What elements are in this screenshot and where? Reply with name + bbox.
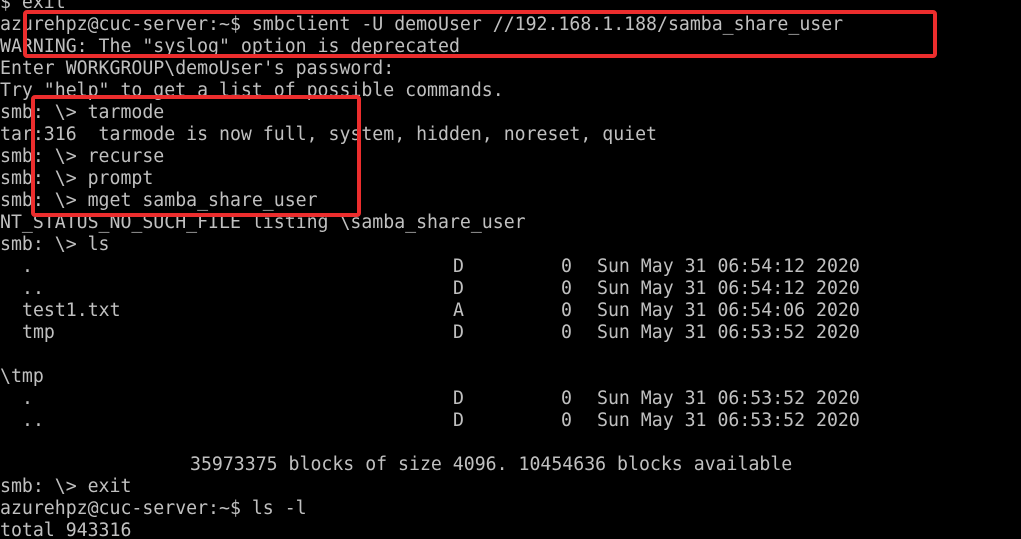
file-name: ..	[22, 410, 44, 431]
file-name: ..	[22, 278, 44, 299]
terminal-line: $ exit	[0, 0, 66, 13]
file-size: 0	[561, 388, 572, 409]
file-date: Sun May 31 06:54:12 2020	[597, 278, 860, 299]
directory-header: \tmp	[0, 366, 44, 387]
file-size: 0	[561, 278, 572, 299]
smb-command-recurse: smb: \> recurse	[0, 146, 165, 167]
help-hint-line: Try "help" to get a list of possible com…	[0, 80, 504, 101]
smb-command-prompt: smb: \> prompt	[0, 168, 154, 189]
file-name: test1.txt	[22, 300, 121, 321]
smb-command-ls: smb: \> ls	[0, 234, 110, 255]
listing-row: .. D 0 Sun May 31 06:53:52 2020	[0, 410, 1021, 432]
smb-command-exit: smb: \> exit	[0, 476, 132, 497]
listing-row: . D 0 Sun May 31 06:54:12 2020	[0, 256, 1021, 278]
file-date: Sun May 31 06:53:52 2020	[597, 322, 860, 343]
smb-command-mget: smb: \> mget samba_share_user	[0, 190, 318, 211]
listing-row: . D 0 Sun May 31 06:53:52 2020	[0, 388, 1021, 410]
file-size: 0	[561, 410, 572, 431]
file-attribute: D	[453, 410, 464, 431]
file-date: Sun May 31 06:54:06 2020	[597, 300, 860, 321]
file-date: Sun May 31 06:54:12 2020	[597, 256, 860, 277]
smb-command-tarmode: smb: \> tarmode	[0, 102, 165, 123]
command-line-smbclient: azurehpz@cuc-server:~$ smbclient -U demo…	[0, 14, 844, 35]
listing-row: .. D 0 Sun May 31 06:54:12 2020	[0, 278, 1021, 300]
tarmode-output-line: tar:316 tarmode is now full, system, hid…	[0, 124, 657, 145]
warning-line: WARNING: The "syslog" option is deprecat…	[0, 36, 460, 57]
file-attribute: A	[453, 300, 464, 321]
file-size: 0	[561, 256, 572, 277]
file-attribute: D	[453, 322, 464, 343]
listing-row: test1.txt A 0 Sun May 31 06:54:06 2020	[0, 300, 1021, 322]
listing-row: tmp D 0 Sun May 31 06:53:52 2020	[0, 322, 1021, 344]
file-attribute: D	[453, 388, 464, 409]
terminal-window[interactable]: $ exit azurehpz@cuc-server:~$ smbclient …	[0, 0, 1021, 539]
file-size: 0	[561, 300, 572, 321]
total-output-line: total 943316	[0, 520, 132, 539]
file-attribute: D	[453, 256, 464, 277]
file-name: .	[22, 388, 33, 409]
error-status-line: NT_STATUS_NO_SUCH_FILE listing \samba_sh…	[0, 212, 526, 233]
file-name: tmp	[22, 322, 55, 343]
file-attribute: D	[453, 278, 464, 299]
file-name: .	[22, 256, 33, 277]
file-size: 0	[561, 322, 572, 343]
blocks-summary-line: 35973375 blocks of size 4096. 10454636 b…	[190, 454, 793, 475]
shell-command-ls: azurehpz@cuc-server:~$ ls -l	[0, 498, 307, 519]
password-prompt-line: Enter WORKGROUP\demoUser's password:	[0, 58, 395, 79]
file-date: Sun May 31 06:53:52 2020	[597, 410, 860, 431]
file-date: Sun May 31 06:53:52 2020	[597, 388, 860, 409]
